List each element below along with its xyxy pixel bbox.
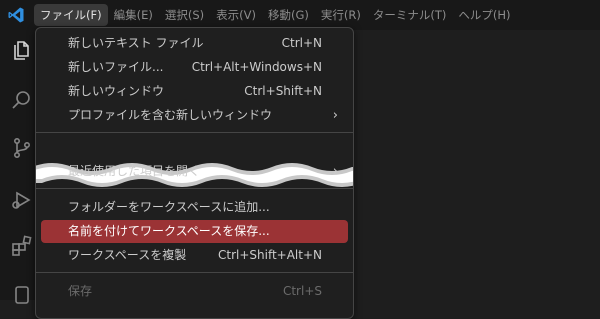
menu-item-shortcut: Ctrl+Alt+Windows+N	[191, 60, 322, 74]
extensions-icon[interactable]	[10, 234, 34, 258]
menu-item-duplicate-workspace[interactable]: ワークスペースを複製 Ctrl+Shift+Alt+N	[41, 244, 348, 267]
menu-go[interactable]: 移動(G)	[262, 4, 315, 26]
vscode-logo-icon	[8, 7, 24, 23]
menu-bar: ファイル(F) 編集(E) 選択(S) 表示(V) 移動(G) 実行(R) ター…	[34, 4, 516, 26]
menu-help[interactable]: ヘルプ(H)	[452, 4, 516, 26]
menu-item-new-window[interactable]: 新しいウィンドウ Ctrl+Shift+N	[41, 80, 348, 103]
menu-run[interactable]: 実行(R)	[315, 4, 367, 26]
menu-edit[interactable]: 編集(E)	[108, 4, 159, 26]
menu-item-label: 最近使用した項目を開く	[68, 164, 201, 178]
menu-separator	[36, 272, 353, 273]
menu-file[interactable]: ファイル(F)	[34, 4, 108, 26]
menu-item-label: 新しいファイル...	[68, 60, 164, 74]
title-bar: ファイル(F) 編集(E) 選択(S) 表示(V) 移動(G) 実行(R) ター…	[0, 0, 600, 30]
run-debug-icon[interactable]	[10, 188, 34, 212]
menu-item-save-workspace-as[interactable]: 名前を付けてワークスペースを保存...	[41, 220, 348, 243]
menu-item-label: 名前を付けてワークスペースを保存...	[68, 224, 270, 238]
files-icon[interactable]	[10, 38, 34, 62]
menu-item-new-window-with-profile[interactable]: プロファイルを含む新しいウィンドウ ›	[41, 104, 348, 127]
search-icon[interactable]	[10, 88, 34, 112]
menu-item-label: プロファイルを含む新しいウィンドウ	[68, 108, 273, 122]
account-icon[interactable]	[10, 284, 34, 308]
menu-item-shortcut: Ctrl+N	[281, 36, 322, 50]
menu-terminal[interactable]: ターミナル(T)	[367, 4, 453, 26]
chevron-right-icon: ›	[332, 108, 338, 123]
menu-item-new-text-file[interactable]: 新しいテキスト ファイル Ctrl+N	[41, 32, 348, 55]
menu-selection[interactable]: 選択(S)	[159, 4, 210, 26]
menu-item-new-file[interactable]: 新しいファイル... Ctrl+Alt+Windows+N	[41, 56, 348, 79]
menu-separator	[36, 132, 353, 133]
menu-item-label: 新しいウィンドウ	[68, 84, 165, 98]
menu-item-shortcut: Ctrl+Shift+N	[244, 84, 322, 98]
chevron-right-icon: ›	[332, 164, 338, 179]
menu-item-add-folder-to-workspace[interactable]: フォルダーをワークスペースに追加...	[41, 196, 348, 219]
menu-item-open-recent[interactable]: 最近使用した項目を開く ›	[41, 160, 348, 183]
menu-view[interactable]: 表示(V)	[210, 4, 262, 26]
menu-item-label: フォルダーをワークスペースに追加...	[68, 200, 270, 214]
menu-item-label: ワークスペースを複製	[68, 248, 187, 262]
source-control-icon[interactable]	[10, 136, 34, 160]
file-menu-dropdown: 新しいテキスト ファイル Ctrl+N 新しいファイル... Ctrl+Alt+…	[35, 27, 354, 319]
menu-item-shortcut: Ctrl+Shift+Alt+N	[217, 248, 322, 262]
menu-separator	[36, 188, 353, 189]
menu-item-label: 新しいテキスト ファイル	[68, 36, 204, 50]
